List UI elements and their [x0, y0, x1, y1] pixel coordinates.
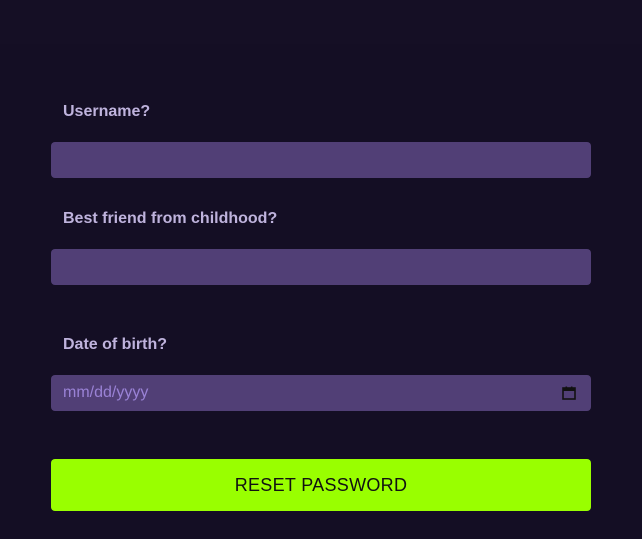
date-placeholder: mm/dd/yyyy [63, 384, 149, 401]
best-friend-label: Best friend from childhood? [63, 210, 278, 227]
best-friend-input[interactable] [51, 249, 591, 285]
username-label: Username? [63, 103, 151, 120]
date-of-birth-input[interactable]: mm/dd/yyyy [51, 375, 591, 411]
top-bar [0, 0, 642, 44]
calendar-icon[interactable] [562, 386, 576, 400]
username-input[interactable] [51, 142, 591, 178]
date-of-birth-label: Date of birth? [63, 336, 167, 353]
reset-password-button[interactable]: RESET PASSWORD [51, 459, 591, 511]
